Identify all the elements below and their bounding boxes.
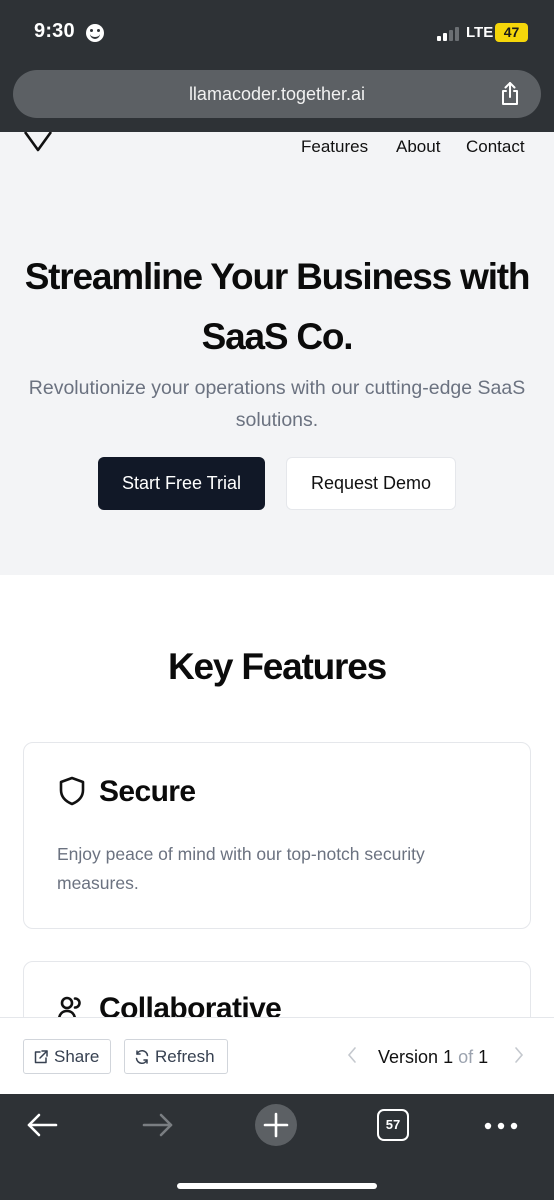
feature-card-secure: Secure Enjoy peace of mind with our top-… [23,742,531,929]
version-indicator: Version 1 of 1 [378,1047,488,1068]
features-title: Key Features [168,646,387,687]
url-text[interactable]: llamacoder.together.ai [13,84,541,105]
heart-logo-icon[interactable] [22,132,54,154]
feature-card-collaborative: Collaborative [23,961,531,1017]
next-version-chevron-icon[interactable] [512,1045,526,1065]
focus-mode-icon [86,24,104,42]
cellular-signal-icon [437,27,459,41]
hero-title: Streamline Your Business with SaaS Co. [24,256,531,357]
version-total: 1 [478,1047,489,1067]
back-arrow-icon[interactable] [26,1110,58,1140]
request-demo-button[interactable]: Request Demo [286,457,456,510]
plus-icon [263,1112,289,1138]
nav-contact-link[interactable]: Contact [466,137,525,157]
feature-title: Secure [99,775,196,808]
shield-icon [59,776,85,806]
start-free-trial-button[interactable]: Start Free Trial [98,457,265,510]
feature-description: Enjoy peace of mind with our top-notch s… [57,844,425,893]
previous-version-chevron-icon[interactable] [345,1045,359,1065]
status-time: 9:30 [34,20,75,42]
nav-about-link[interactable]: About [396,137,440,157]
forward-arrow-icon[interactable] [142,1110,174,1140]
web-page: Features About Contact Streamline Your B… [0,132,554,1017]
new-tab-button[interactable] [255,1104,297,1146]
home-indicator [177,1183,377,1189]
refresh-label: Refresh [155,1046,215,1066]
share-button[interactable]: Share [23,1039,111,1074]
share-icon[interactable] [497,81,523,107]
network-type: LTE [466,24,494,41]
more-options-icon[interactable] [484,1122,518,1130]
feature-title: Collaborative [99,992,282,1017]
refresh-icon [135,1049,149,1064]
tabs-count-button[interactable]: 57 [377,1109,409,1141]
browser-address-area: llamacoder.together.ai [0,64,554,132]
external-share-icon [34,1049,48,1063]
version-current: 1 [443,1047,454,1067]
refresh-button[interactable]: Refresh [124,1039,228,1074]
hero-subtitle: Revolutionize your operations with our c… [28,377,526,431]
version-of: of [458,1047,474,1067]
battery-icon: 47 [495,23,528,42]
share-label: Share [54,1046,100,1066]
hero-section: Features About Contact Streamline Your B… [0,132,554,575]
app-toolbar: Share Refresh Version 1 of 1 [0,1017,554,1094]
status-bar: 9:30 LTE 47 [0,0,554,64]
version-label: Version [378,1047,439,1067]
users-icon [58,996,81,1017]
address-bar[interactable]: llamacoder.together.ai [13,70,541,118]
nav-features-link[interactable]: Features [301,137,368,157]
